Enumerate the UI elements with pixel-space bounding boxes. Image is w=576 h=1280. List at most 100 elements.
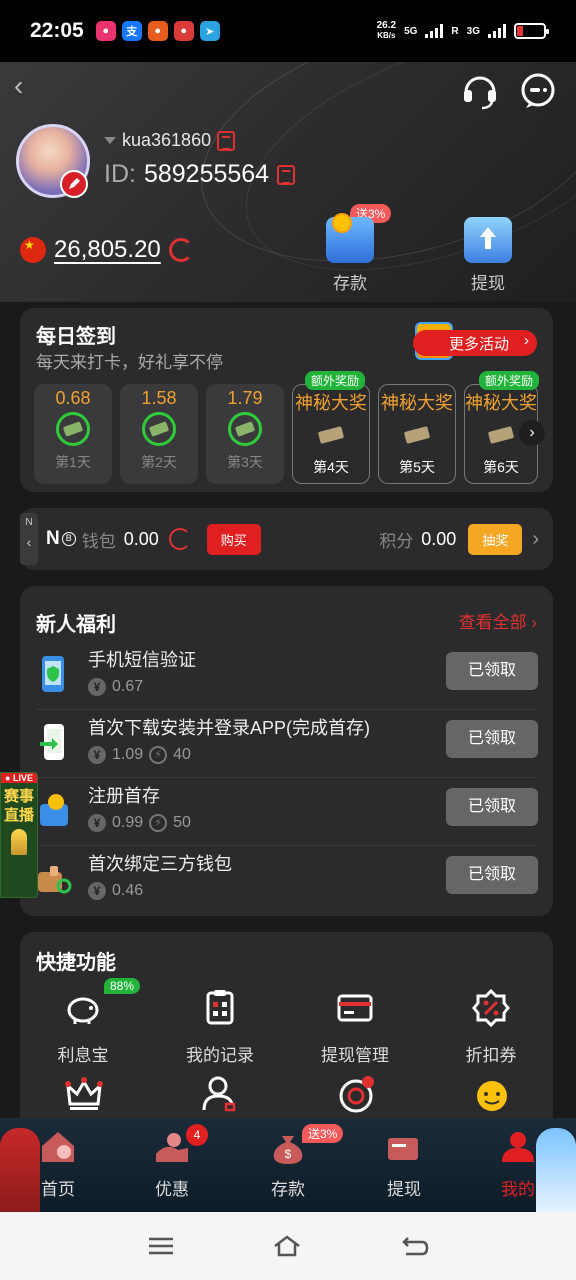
claimed-button[interactable]: 已领取 (446, 652, 538, 690)
refresh-wallet-icon[interactable] (168, 528, 191, 550)
quick-item-withdraw-management[interactable]: 提现管理 (300, 988, 410, 1066)
menu-icon[interactable] (146, 1234, 176, 1258)
claimed-button[interactable]: 已领取 (446, 856, 538, 894)
signin-day-mystery[interactable]: 神秘大奖 第5天 (378, 384, 456, 484)
yen-icon: ¥ (88, 678, 106, 696)
task-rewards: ¥ 0.67 (88, 678, 143, 696)
signin-day-mystery[interactable]: 额外奖励 神秘大奖 第4天 (292, 371, 370, 484)
user-profile-icon[interactable] (200, 1074, 240, 1114)
home-nav-icon[interactable] (272, 1234, 302, 1258)
task-rewards: ¥ 0.46 (88, 882, 143, 900)
profile-header: ‹ kua361860 ID: 589255564 26,805.20 送3% … (0, 62, 576, 302)
first-deposit-icon (40, 794, 68, 826)
bind-wallet-icon (38, 866, 72, 894)
task-name: 注册首存 (88, 786, 160, 806)
task-row: 手机短信验证 ¥ 0.67 已领取 (36, 644, 538, 710)
balance-amount[interactable]: 26,805.20 (54, 236, 161, 264)
quick-item-records[interactable]: 我的记录 (165, 988, 275, 1066)
id-label: ID: (104, 160, 136, 188)
signal-icon (425, 24, 444, 38)
chevron-right-icon: › (524, 332, 529, 349)
customer-service-icon[interactable] (460, 70, 500, 110)
chevron-right-icon[interactable]: › (532, 528, 539, 551)
balance-row: 26,805.20 (20, 236, 193, 264)
cash-icon (228, 412, 262, 446)
n-logo: N (46, 528, 60, 549)
telegram-icon: ➤ (199, 21, 220, 41)
promotions-badge: 4 (186, 1124, 208, 1146)
chevron-right-icon[interactable]: › (519, 420, 545, 446)
task-name: 首次绑定三方钱包 (88, 854, 232, 874)
nav-profile[interactable]: 我的 (478, 1128, 558, 1200)
cash-icon (142, 412, 176, 446)
svg-text:$: $ (285, 1147, 292, 1161)
nav-withdraw[interactable]: 提现 (364, 1128, 444, 1200)
withdraw-button[interactable]: 提现 (448, 217, 528, 294)
withdraw-label: 提现 (471, 274, 505, 293)
trophy-icon (11, 829, 27, 855)
message-icon[interactable] (518, 70, 558, 110)
dropdown-icon[interactable] (104, 137, 116, 144)
emoji-face-icon[interactable] (472, 1074, 512, 1114)
claimed-button[interactable]: 已领取 (446, 720, 538, 758)
extra-bonus-tag: 额外奖励 (305, 371, 366, 390)
china-flag-icon (20, 237, 46, 263)
status-bar: 22:05 ● 支 ● ● ➤ 26.2 KB/s 5G R 3G (0, 0, 576, 62)
copy-id-icon[interactable] (277, 164, 296, 185)
piggy-bank-icon (67, 997, 99, 1024)
more-activities-button[interactable]: 更多活动 › (412, 330, 537, 356)
copy-username-icon[interactable] (217, 130, 236, 151)
nav-home[interactable]: 首页 (18, 1128, 98, 1200)
task-row: 首次绑定三方钱包 ¥ 0.46 已领取 (36, 848, 538, 914)
signin-days: 0.68 第1天 1.58 第2天 1.79 第3天 额外奖励 神秘大奖 第4天… (34, 371, 540, 484)
deposit-bonus-tag: 送3% (302, 1124, 344, 1143)
signin-day[interactable]: 1.79 第3天 (206, 384, 284, 484)
edit-avatar-icon[interactable] (60, 170, 88, 198)
network-speed: 26.2 KB/s (376, 20, 397, 41)
target-icon[interactable] (336, 1074, 376, 1114)
task-row: 首次下载安装并登录APP(完成首存) ¥ 1.09 ⚡ 40 已领取 (36, 712, 538, 778)
deposit-button[interactable]: 存款 (310, 213, 390, 294)
sms-verify-icon (42, 656, 64, 692)
status-app-icons: ● 支 ● ● ➤ (95, 21, 220, 41)
points-value: 0.00 (421, 528, 457, 549)
live-event-badge[interactable]: ● LIVE 赛事 直播 (0, 772, 38, 898)
wallet-bar: N ‹ N B 钱包 0.00 购买 积分 0.00 抽奖 › (20, 508, 553, 570)
crown-icon[interactable] (64, 1074, 104, 1114)
back-nav-icon[interactable] (400, 1234, 430, 1258)
quick-functions-card: 快捷功能 88% 利息宝 我的记录 提现管理 折扣券 (20, 932, 553, 1132)
quick-item-coupons[interactable]: 折扣券 (436, 988, 546, 1066)
signin-day[interactable]: 1.58 第2天 (120, 384, 198, 484)
withdraw-icon (388, 1138, 418, 1160)
cash-icon (403, 426, 431, 444)
wallet-label: 钱包 (81, 531, 116, 551)
download-app-icon (40, 724, 64, 760)
newbie-title: 新人福利 (36, 614, 116, 636)
signin-day[interactable]: 0.68 第1天 (34, 384, 112, 484)
yen-icon: ¥ (88, 882, 106, 900)
discount-icon (472, 988, 510, 1028)
task-name: 手机短信验证 (88, 650, 196, 670)
user-id: 589255564 (143, 160, 270, 188)
system-nav-bar (0, 1212, 576, 1280)
quick-item-interest[interactable]: 利息宝 (28, 988, 138, 1066)
newbie-benefits-card: 新人福利 查看全部 › 手机短信验证 ¥ 0.67 已领取 首次下载安装并登录A… (20, 586, 553, 916)
bolt-icon: ⚡ (149, 746, 168, 764)
live-label: ● LIVE (1, 773, 37, 783)
extra-bonus-tag: 额外奖励 (479, 371, 540, 390)
yen-icon: ¥ (88, 746, 106, 764)
alipay-icon: 支 (121, 21, 142, 41)
view-all-link[interactable]: 查看全部 › (459, 608, 537, 633)
username: kua361860 (122, 130, 212, 150)
user-id-row: ID: 589255564 (104, 160, 296, 189)
task-rewards: ¥ 1.09 ⚡ 40 (88, 746, 191, 764)
refresh-balance-icon[interactable] (168, 238, 193, 262)
notification-app-icon: ● (95, 21, 116, 41)
roaming-label: R (451, 25, 459, 37)
wallet-side-tab[interactable]: N ‹ (20, 513, 38, 565)
buy-button[interactable]: 购买 (206, 523, 261, 555)
lottery-button[interactable]: 抽奖 (468, 523, 523, 555)
claimed-button[interactable]: 已领取 (446, 788, 538, 826)
back-icon[interactable]: ‹ (14, 72, 34, 102)
sim2-label: 3G (466, 25, 480, 37)
